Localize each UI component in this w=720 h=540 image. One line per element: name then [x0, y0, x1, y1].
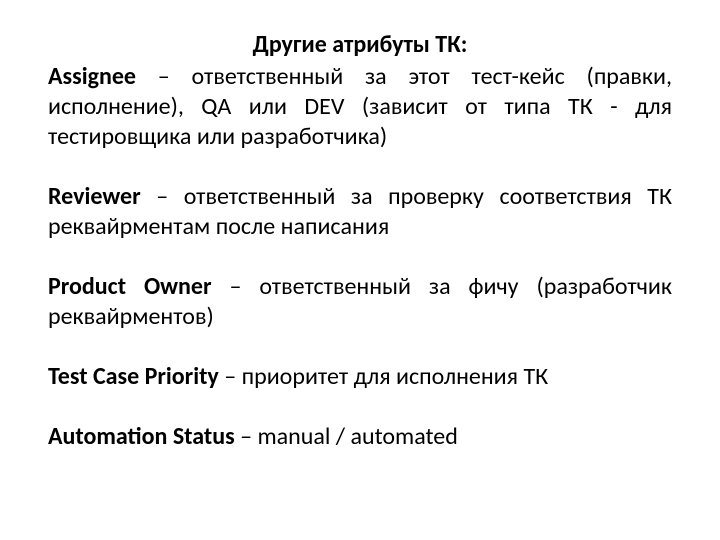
attribute-description: – приоритет для исполнения ТК	[219, 362, 548, 391]
attribute-description: – ответственный за проверку соответствия…	[48, 182, 672, 241]
attribute-entry: Reviewer – ответственный за проверку соо…	[48, 182, 672, 242]
attribute-term: Reviewer	[48, 182, 141, 211]
section-title: Другие атрибуты ТК:	[48, 30, 672, 60]
attribute-term: Test Case Priority	[48, 362, 219, 391]
attribute-description: – ответственный за этот тест-кейс (правк…	[48, 62, 672, 151]
attribute-entry: Assignee – ответственный за этот тест-ке…	[48, 62, 672, 152]
attribute-entry: Test Case Priority – приоритет для испол…	[48, 362, 672, 392]
attribute-term: Product Owner	[48, 272, 212, 301]
attribute-entry: Product Owner – ответственный за фичу (р…	[48, 272, 672, 332]
attribute-entry: Automation Status – manual / automated	[48, 422, 672, 452]
attribute-term: Assignee	[48, 62, 136, 91]
attribute-description: – manual / automated	[235, 422, 458, 451]
attribute-term: Automation Status	[48, 422, 235, 451]
